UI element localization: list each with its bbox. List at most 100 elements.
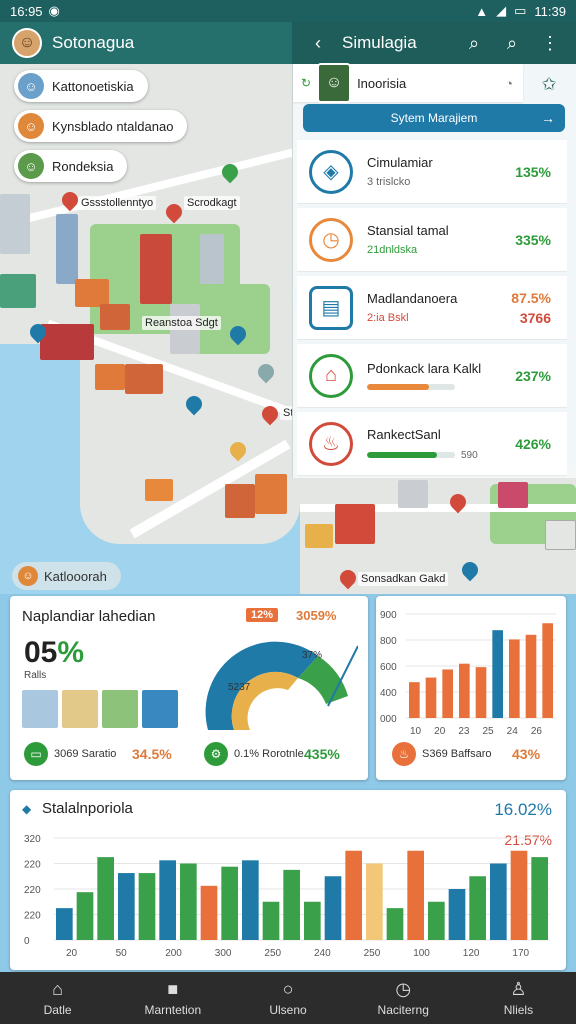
bar[interactable] bbox=[304, 901, 321, 940]
map-chip-user[interactable]: ☺ Kattonoetiskia bbox=[14, 70, 148, 102]
bar[interactable] bbox=[475, 667, 487, 718]
building bbox=[225, 484, 255, 518]
panel-list-item[interactable]: ◈ Cimulamiar 3 trislcko 135% bbox=[297, 140, 567, 204]
app-bar: ☺ Sotonagua ‹ Simulagia ⌕ ⌕ ⋮ bbox=[0, 22, 576, 64]
bar[interactable] bbox=[428, 901, 445, 940]
bar[interactable] bbox=[324, 876, 342, 940]
bar[interactable] bbox=[159, 860, 176, 940]
item-subtitle: 3 trislcko bbox=[367, 176, 411, 188]
bar[interactable] bbox=[345, 850, 362, 940]
donut-label: 5237 bbox=[228, 682, 251, 693]
panel-list-item[interactable]: ♨ RankectSanl 590 426% bbox=[297, 412, 567, 476]
bar[interactable] bbox=[525, 634, 537, 718]
bar[interactable] bbox=[76, 892, 94, 940]
summary-card[interactable]: Naplandiar lahedian 12% 3059% 05% Ralls … bbox=[10, 596, 368, 780]
panel-list-item[interactable]: ⌂ Pdonkack lara Kalkl 237% bbox=[297, 344, 567, 408]
item-subtitle: 2:ia Bskl bbox=[367, 312, 409, 324]
bar[interactable] bbox=[469, 876, 486, 940]
panel-list-item[interactable]: ▤ Madlandanoera 2:ia Bskl 87.5% 3766 bbox=[297, 276, 567, 340]
bar[interactable] bbox=[118, 873, 135, 940]
bar[interactable] bbox=[386, 908, 404, 940]
building bbox=[95, 364, 125, 390]
chip-label: Rondeksia bbox=[52, 158, 114, 174]
bar[interactable] bbox=[262, 901, 280, 940]
system-management-button[interactable]: Sytem Marajiem → bbox=[303, 104, 565, 132]
signal-icon: ▲ bbox=[475, 3, 489, 19]
nav-label: Marntetion bbox=[144, 1003, 202, 1017]
bar[interactable] bbox=[409, 682, 420, 718]
circle-icon: ○ bbox=[282, 979, 294, 999]
bar[interactable] bbox=[200, 885, 218, 940]
back-icon[interactable]: ‹ bbox=[304, 29, 332, 57]
more-icon[interactable]: ⋮ bbox=[536, 29, 564, 57]
search-icon-2[interactable]: ⌕ bbox=[498, 29, 526, 57]
x-tick-label: 250 bbox=[364, 948, 381, 959]
bar[interactable] bbox=[221, 866, 238, 940]
bar[interactable] bbox=[442, 669, 453, 718]
bar[interactable] bbox=[283, 869, 300, 940]
panel-list-item[interactable]: ◷ Stansial tamal 21dnldska 335% bbox=[297, 208, 567, 272]
refresh-icon[interactable]: ↻ bbox=[301, 76, 311, 90]
bar[interactable] bbox=[509, 639, 520, 718]
bar[interactable] bbox=[448, 889, 466, 940]
thumbnail[interactable] bbox=[142, 690, 178, 728]
bar[interactable] bbox=[425, 677, 437, 718]
big-value: 05 bbox=[24, 636, 58, 669]
map-chip-user[interactable]: ☺ Rondeksia bbox=[14, 150, 128, 182]
bar[interactable] bbox=[510, 850, 528, 940]
x-tick-label: 10 bbox=[410, 726, 422, 737]
bar-chart-card[interactable]: 900 800 600 400 000 10 20 23 25 24 26 ♨ S369 Baffs… bbox=[376, 596, 566, 780]
progress-fill bbox=[367, 452, 438, 458]
map-chip-user[interactable]: ☺ Kynsblado ntaldanao bbox=[14, 110, 188, 142]
bar[interactable] bbox=[531, 857, 548, 940]
nav-item-profile[interactable]: ♙ Nliels bbox=[461, 972, 576, 1024]
bar[interactable] bbox=[490, 863, 507, 941]
stat-row: ⚙ 0.1% Rorotnle bbox=[204, 742, 304, 766]
avatar: ☺ bbox=[18, 113, 44, 139]
bar[interactable] bbox=[242, 860, 259, 940]
star-icon[interactable]: ✩ bbox=[531, 68, 567, 100]
item-value-secondary: 3766 bbox=[519, 309, 551, 326]
bar[interactable] bbox=[180, 863, 197, 941]
map-label: Gssstollenntyo bbox=[78, 196, 157, 210]
building bbox=[145, 479, 173, 501]
thumbnail[interactable] bbox=[22, 690, 58, 728]
x-tick-label: 100 bbox=[413, 948, 430, 959]
nav-item-management[interactable]: ■ Marntetion bbox=[115, 972, 230, 1024]
nav-item-home[interactable]: ⌂ Datle bbox=[0, 972, 115, 1024]
thumbnail[interactable] bbox=[102, 690, 138, 728]
search-icon[interactable]: ⌕ bbox=[460, 29, 488, 57]
x-tick-label: 50 bbox=[116, 948, 128, 959]
clock-icon[interactable]: ◔ bbox=[505, 76, 513, 91]
clock-icon: ◷ bbox=[395, 979, 412, 999]
bar[interactable] bbox=[459, 663, 470, 718]
bar[interactable] bbox=[97, 857, 114, 940]
thumbnail[interactable] bbox=[62, 690, 98, 728]
nav-label: Nliels bbox=[503, 1003, 534, 1017]
card-title: Naplandiar lahedian bbox=[22, 608, 156, 625]
donut-label: 37% bbox=[302, 650, 323, 661]
bar[interactable] bbox=[492, 630, 503, 718]
home-icon: ⌂ bbox=[52, 979, 64, 999]
nav-item-history[interactable]: ◷ Naciterng bbox=[346, 972, 461, 1024]
stat-row: ♨ S369 Baffsaro bbox=[392, 742, 492, 766]
building bbox=[140, 234, 172, 304]
map-location-chip[interactable]: ☺ Katlooorah bbox=[12, 562, 121, 590]
bar[interactable] bbox=[542, 623, 553, 718]
panel-header[interactable]: ↻ ☺ Inoorisia ◔ bbox=[293, 63, 523, 103]
x-tick-label: 250 bbox=[264, 948, 281, 959]
bar-chart-card[interactable]: ◆ Stalalnporiola 16.02% 21.57% 320 220 220… bbox=[10, 790, 566, 970]
bar[interactable] bbox=[138, 873, 156, 940]
thumbs-label: Ralls bbox=[24, 670, 47, 681]
nav-item-center[interactable]: ○ Ulseno bbox=[230, 972, 345, 1024]
avatar[interactable]: ☺ bbox=[12, 28, 42, 58]
fire-icon: ♨ bbox=[392, 742, 416, 766]
bar[interactable] bbox=[407, 850, 424, 940]
x-tick-label: 300 bbox=[215, 948, 232, 959]
bar[interactable] bbox=[56, 908, 73, 940]
gear-icon: ⚙ bbox=[204, 742, 228, 766]
nav-label: Naciterng bbox=[377, 1003, 429, 1017]
building bbox=[56, 214, 78, 284]
avatar: ☺ bbox=[18, 566, 38, 586]
bar[interactable] bbox=[366, 863, 383, 941]
